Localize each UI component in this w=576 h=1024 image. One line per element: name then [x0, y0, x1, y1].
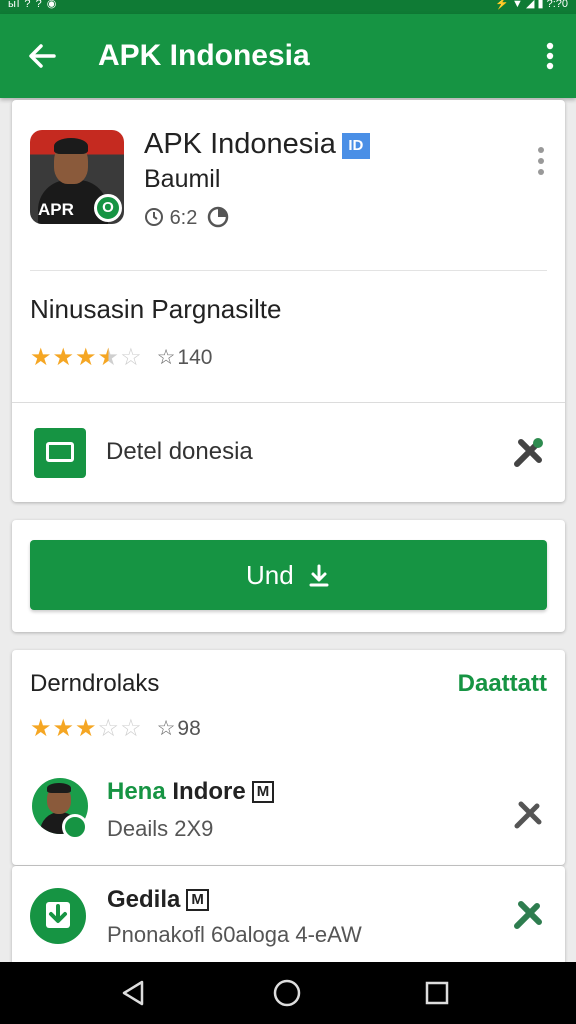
item-badge: M [186, 889, 209, 911]
install-card: Und [12, 520, 565, 632]
tools-icon[interactable] [511, 434, 547, 470]
app-meta: 6:2 [144, 206, 229, 230]
star-icon: ★ [75, 343, 97, 371]
more-vert-icon[interactable] [542, 36, 558, 76]
nav-recents-icon[interactable] [420, 976, 454, 1010]
nav-home-icon[interactable] [270, 976, 304, 1010]
rating-count-value: 140 [177, 346, 213, 369]
app-info-card: APR O APK Indonesia ID Baumil 6:2 Ninusas… [12, 100, 565, 502]
app-icon[interactable]: APR O [30, 130, 124, 224]
star-icon: ★ [30, 343, 52, 371]
app-name-text: APK Indonesia [144, 128, 336, 160]
detail-icon [34, 428, 86, 478]
tools-icon[interactable] [511, 796, 547, 832]
detail-label[interactable]: Detel donesia [106, 438, 253, 466]
reviews-title: Derndrolaks [30, 670, 160, 697]
status-right: ⚡ ▼ ◢ ▮ ?:?0 [495, 0, 568, 10]
install-label: Und [246, 560, 294, 590]
reviews-card: Derndrolaks Daattatt ★ ★ ★ ☆ ☆ ☆98 Hena … [12, 650, 565, 865]
tools-icon[interactable] [511, 896, 547, 932]
app-options-icon[interactable] [535, 144, 547, 178]
divider [30, 270, 547, 271]
star-icon: ★ [75, 714, 97, 742]
star-icon: ★ [52, 343, 75, 371]
chart-icon [207, 206, 229, 228]
page-title: APK Indonesia [98, 39, 310, 72]
list-item-sub: Deails 2X9 [107, 816, 214, 841]
review-stars: ★ ★ ★ ☆ ☆ ☆98 [30, 716, 201, 741]
clock-icon [145, 208, 163, 226]
review-count: ☆98 [157, 716, 201, 741]
star-empty-icon: ☆ [97, 714, 120, 742]
app-icon-text: APR [38, 200, 74, 219]
list-item[interactable]: Gedila M Pnonakofl 60aloga 4-eAW [12, 866, 565, 976]
item-name-rest: Gedila [107, 886, 181, 913]
app-icon-hair [54, 138, 88, 154]
star-empty-icon: ☆ [120, 343, 142, 371]
list-item-name[interactable]: Gedila M [107, 886, 209, 914]
app-icon-badge: O [94, 194, 122, 222]
divider [12, 402, 565, 403]
list-item-name[interactable]: Hena Indore M [107, 778, 275, 806]
download-icon [309, 564, 329, 587]
item-name-rest: Indore [172, 778, 246, 805]
nav-back-icon[interactable] [116, 976, 150, 1010]
app-name: APK Indonesia ID [144, 126, 370, 162]
install-button[interactable]: Und [30, 540, 547, 610]
star-empty-icon: ☆ [120, 714, 142, 742]
star-outline-icon: ☆ [156, 717, 176, 740]
avatar-badge [62, 814, 88, 840]
app-developer: Baumil [144, 165, 221, 193]
status-bar: ыl ? ? ◉ ⚡ ▼ ◢ ▮ ?:?0 [0, 0, 576, 14]
star-icon: ★ [30, 714, 52, 742]
list-item-sub: Pnonakofl 60aloga 4-eAW [107, 922, 362, 947]
navigation-bar [0, 962, 576, 1024]
verified-badge: ID [341, 133, 370, 159]
app-bar: APK Indonesia [0, 14, 576, 98]
status-left: ыl ? ? ◉ [8, 0, 58, 10]
star-icon: ★ [52, 714, 75, 742]
rating-count: ☆140 [157, 345, 213, 370]
download-circle-icon [30, 888, 86, 944]
rating-stars: ★ ★ ★ ★ ☆ ☆140 [30, 345, 212, 370]
reviews-link[interactable]: Daattatt [458, 670, 547, 698]
item-name-green: Hena [107, 778, 166, 805]
app-meta-value: 6:2 [169, 207, 198, 229]
item-badge: M [251, 781, 275, 803]
star-outline-icon: ☆ [156, 346, 176, 369]
star-half-icon: ★ [97, 343, 120, 371]
back-arrow-icon[interactable] [22, 36, 62, 76]
rating-section-title: Ninusasin Pargnasilte [30, 294, 282, 324]
review-count-value: 98 [177, 717, 201, 740]
